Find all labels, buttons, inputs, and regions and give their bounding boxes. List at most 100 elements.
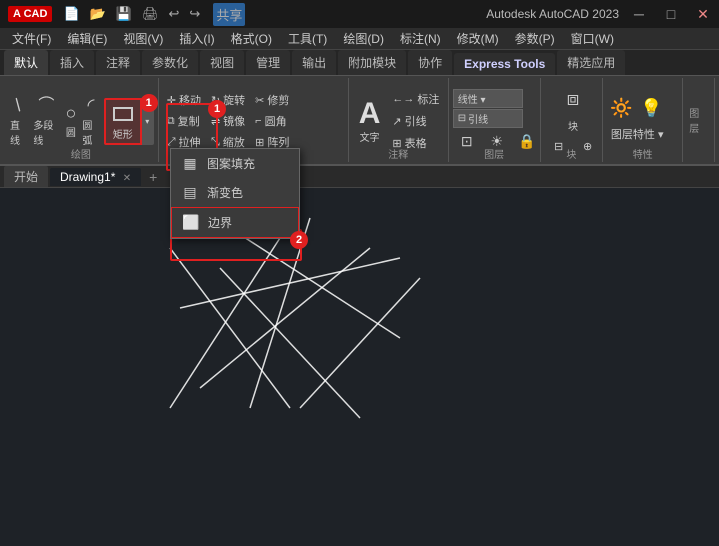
drawing-area[interactable]	[0, 188, 719, 526]
menu-view[interactable]: 视图(V)	[115, 28, 171, 49]
menu-modify[interactable]: 修改(M)	[449, 28, 507, 49]
tool-move[interactable]: ✛ 移动	[163, 90, 205, 110]
menu-window[interactable]: 窗口(W)	[563, 28, 622, 49]
prop-row-2: 图层特性 ▾	[607, 122, 667, 146]
new-icon[interactable]: 📄	[60, 4, 82, 24]
menu-format[interactable]: 格式(O)	[223, 28, 280, 49]
layer-select-big[interactable]: 图层特性 ▾	[607, 122, 667, 146]
annotation-small-tools: ←→ 标注 ↗ 引线 ⊞ 表格	[388, 89, 443, 153]
tab-express-tools[interactable]: Express Tools	[454, 53, 555, 75]
line-icon: /	[11, 95, 26, 116]
properties-tools: 🔆 💡 图层特性 ▾	[607, 96, 667, 146]
block-label: 块	[568, 118, 578, 133]
modify-stack-2: ↻ 旋转 ⇌ 镜像 ⤡ 缩放	[207, 90, 249, 152]
tab-collaborate[interactable]: 协作	[408, 50, 452, 75]
tab-parametric[interactable]: 参数化	[142, 50, 198, 75]
menu-file[interactable]: 文件(F)	[4, 28, 59, 49]
text-icon: A	[359, 99, 381, 129]
tab-default[interactable]: 默认	[4, 50, 48, 75]
tool-line[interactable]: / 直线	[8, 93, 29, 149]
menu-tools[interactable]: 工具(T)	[280, 28, 335, 49]
new-tab-button[interactable]: +	[143, 167, 163, 187]
rectangle-icon	[111, 102, 135, 126]
maximize-button[interactable]: □	[655, 0, 687, 28]
minimize-button[interactable]: ─	[623, 0, 655, 28]
leader-icon: ↗	[392, 115, 401, 128]
ribbon-tabs: 默认 插入 注释 参数化 视图 管理 输出 附加模块 协作 Express To…	[0, 50, 719, 76]
redo-icon[interactable]: ↪	[186, 4, 203, 24]
text-label: 文字	[360, 129, 380, 144]
fillet-icon: ⌐	[255, 115, 261, 127]
dropdown-hatch[interactable]: ▦ 图案填充	[171, 149, 299, 178]
dropdown-boundary[interactable]: ⬜ 边界	[171, 207, 299, 238]
window-controls: ─ □ ✕	[623, 0, 719, 28]
group-layers: 线性 ▾ ⊟引线 ⊡ ☀ 🔒 图层	[449, 78, 541, 162]
tab-output[interactable]: 输出	[292, 50, 336, 75]
prop-row-1: 🔆 💡	[607, 96, 667, 120]
copy-icon: ⧉	[167, 115, 175, 128]
group-draw: / 直线 ⌒ 多段线 ○ 圆 ◜ 圆弧 1	[4, 78, 159, 162]
group-properties: 🔆 💡 图层特性 ▾ 特性	[603, 78, 683, 162]
open-icon[interactable]: 📂	[87, 4, 109, 24]
ribbon: / 直线 ⌒ 多段线 ○ 圆 ◜ 圆弧 1	[0, 76, 719, 166]
save-icon[interactable]: 💾	[113, 4, 135, 24]
share-button[interactable]: 共享	[213, 3, 245, 26]
tab-annotation[interactable]: 注释	[96, 50, 140, 75]
tab-featured[interactable]: 精选应用	[557, 50, 625, 75]
tab-view[interactable]: 视图	[200, 50, 244, 75]
tool-block-insert[interactable]: ⧈	[553, 84, 593, 116]
menu-bar: 文件(F) 编辑(E) 视图(V) 插入(I) 格式(O) 工具(T) 绘图(D…	[0, 28, 719, 50]
group-map-label: 图层	[683, 78, 715, 162]
group-properties-label: 特性	[603, 146, 682, 162]
tool-arc[interactable]: ◜ 圆弧	[80, 93, 101, 149]
acad-logo: A CAD	[8, 6, 52, 22]
tool-leader[interactable]: ↗ 引线	[388, 111, 443, 131]
tab-drawing1[interactable]: Drawing1* ✕	[50, 168, 141, 186]
tab-manage[interactable]: 管理	[246, 50, 290, 75]
menu-insert[interactable]: 插入(I)	[171, 28, 222, 49]
menu-dimension[interactable]: 标注(N)	[392, 28, 449, 49]
group-block: ⧈ 块 ⊟ ⊕ 块	[541, 78, 604, 162]
menu-params[interactable]: 参数(P)	[507, 28, 563, 49]
rect-hatch-container: 1 矩形 ▾	[104, 98, 154, 145]
undo-icon[interactable]: ↩	[166, 4, 183, 24]
move-icon: ✛	[167, 94, 176, 107]
tool-rectangle[interactable]: 矩形	[104, 98, 142, 145]
tool-circle[interactable]: ○ 圆	[63, 101, 78, 142]
hatch-icon: ▦	[181, 155, 199, 172]
close-drawing-tab[interactable]: ✕	[123, 173, 131, 184]
layer-controls: 线性 ▾ ⊟引线 ⊡ ☀ 🔒	[453, 89, 541, 153]
modify-stack-3: ✂ 修剪 ⌐ 圆角 ⊞ 阵列	[251, 90, 293, 152]
arc-icon: ◜	[88, 95, 95, 117]
group-draw-label: 绘图	[4, 146, 158, 162]
badge-2: 2	[290, 231, 308, 249]
badge-one: 1	[140, 94, 158, 112]
print-icon[interactable]: 🖨	[139, 4, 162, 24]
modify-stack-1: ✛ 移动 ⧉ 复制 ⤢ 拉伸	[163, 90, 205, 152]
close-button[interactable]: ✕	[687, 0, 719, 28]
polyline-icon: ⌒	[38, 95, 54, 117]
tool-fillet[interactable]: ⌐ 圆角	[251, 111, 293, 131]
tab-insert[interactable]: 插入	[50, 50, 94, 75]
group-annotation-label: 注释	[349, 146, 448, 162]
tool-dimension[interactable]: ←→ 标注	[388, 89, 443, 109]
layers-icon: ⊟	[458, 113, 466, 124]
app-title: Autodesk AutoCAD 2023	[486, 7, 619, 21]
menu-edit[interactable]: 编辑(E)	[59, 28, 115, 49]
tool-copy[interactable]: ⧉ 复制	[163, 111, 205, 131]
tool-polyline[interactable]: ⌒ 多段线	[31, 93, 61, 149]
title-bar: A CAD 📄 📂 💾 🖨 ↩ ↪ 共享 Autodesk AutoCAD 20…	[0, 0, 719, 28]
doc-tabs: 开始 Drawing1* ✕ +	[0, 166, 719, 188]
tool-text[interactable]: A 文字	[353, 99, 387, 144]
layer-selector[interactable]: 线性 ▾	[453, 89, 523, 108]
tab-addons[interactable]: 附加模块	[338, 50, 406, 75]
tab-start[interactable]: 开始	[4, 166, 48, 187]
prop-icon-1[interactable]: 🔆	[607, 96, 635, 120]
layer-properties[interactable]: ⊟引线	[453, 109, 523, 128]
menu-draw[interactable]: 绘图(D)	[335, 28, 392, 49]
circle-icon: ○	[65, 103, 76, 125]
tool-trim[interactable]: ✂ 修剪	[251, 90, 293, 110]
dropdown-gradient[interactable]: ▤ 渐变色	[171, 178, 299, 207]
toolbar-icons: 📄 📂 💾 🖨 ↩ ↪ 共享	[60, 3, 245, 26]
prop-icon-2[interactable]: 💡	[637, 96, 665, 120]
